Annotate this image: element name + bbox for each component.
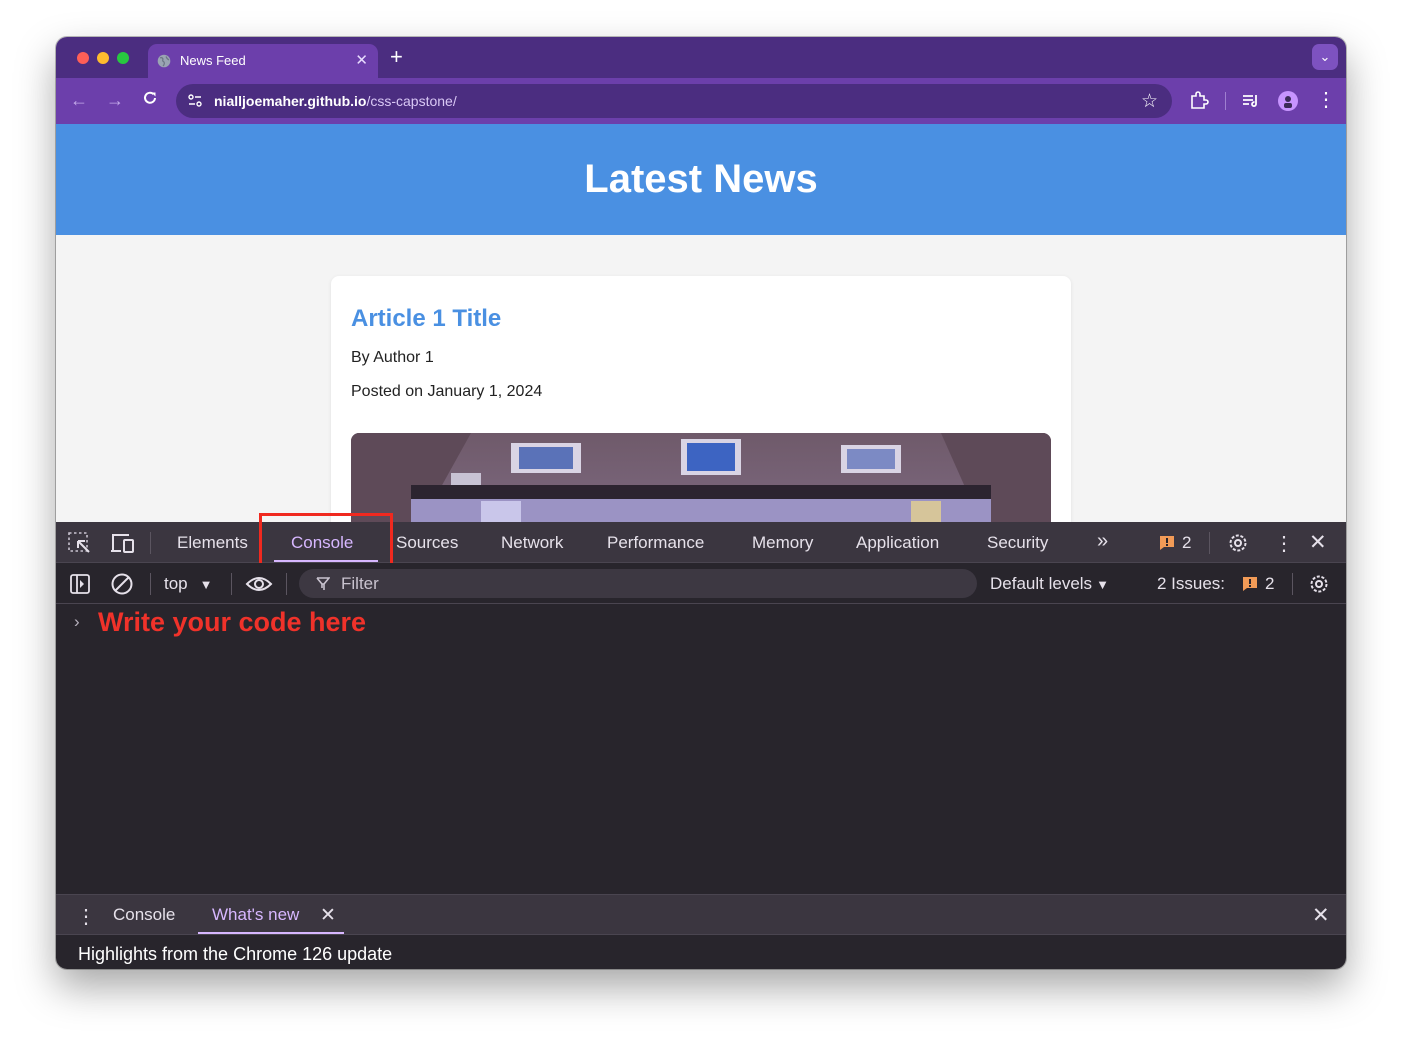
device-toolbar-icon[interactable] <box>110 532 136 554</box>
zoom-window-button[interactable] <box>117 52 129 64</box>
close-window-button[interactable] <box>77 52 89 64</box>
browser-window: News Feed ✕ + ⌄ ← → nialljoemaher.github… <box>56 37 1346 969</box>
page-header: Latest News <box>56 124 1346 235</box>
filter-funnel-icon <box>316 577 330 590</box>
globe-icon <box>157 54 171 68</box>
devtools-tab-bar: Elements Console Sources Network Perform… <box>56 513 1346 575</box>
browser-toolbar: ← → nialljoemaher.github.io/css-capstone… <box>56 78 1346 124</box>
reload-button[interactable] <box>142 90 158 106</box>
console-settings-gear-icon[interactable] <box>1307 572 1331 596</box>
web-page: Latest News Article 1 Title By Author 1 … <box>56 124 1346 522</box>
drawer-tab-console[interactable]: Console <box>113 905 175 925</box>
profile-avatar[interactable] <box>1278 91 1298 111</box>
tab-sources[interactable]: Sources <box>396 533 458 553</box>
log-levels-dropdown[interactable]: Default levels ▼ <box>990 574 1109 594</box>
toolbar-divider <box>231 573 232 595</box>
filter-placeholder: Filter <box>341 574 379 593</box>
tab-memory[interactable]: Memory <box>752 533 813 553</box>
page-title: Latest News <box>584 157 818 201</box>
building-photo <box>351 433 1051 522</box>
show-sidebar-icon[interactable] <box>69 573 91 595</box>
article-date: Posted on January 1, 2024 <box>351 383 543 400</box>
tab-performance[interactable]: Performance <box>607 533 704 553</box>
issues-count: 2 <box>1265 574 1275 593</box>
url-text: nialljoemaher.github.io/css-capstone/ <box>214 93 457 109</box>
issues-warning-icon <box>1243 577 1257 591</box>
url-path: /css-capstone/ <box>366 93 457 109</box>
close-whats-new-icon[interactable]: ✕ <box>320 904 336 927</box>
close-tab-icon[interactable]: ✕ <box>355 51 368 69</box>
back-button[interactable]: ← <box>70 88 88 112</box>
toolbar-divider <box>286 573 287 595</box>
devtools-panel: Elements Console Sources Network Perform… <box>56 513 1346 969</box>
context-label: top <box>164 574 188 593</box>
devtools-menu-icon[interactable]: ⋮ <box>1274 531 1294 556</box>
settings-gear-icon[interactable] <box>1226 531 1250 555</box>
levels-label: Default levels <box>990 574 1093 593</box>
issues-label: 2 Issues: <box>1157 574 1226 593</box>
minimize-window-button[interactable] <box>97 52 109 64</box>
site-info-icon[interactable] <box>186 92 204 110</box>
article-card: Article 1 Title By Author 1 Posted on Ja… <box>331 276 1071 522</box>
article-title[interactable]: Article 1 Title <box>351 305 501 333</box>
address-bar[interactable]: nialljoemaher.github.io/css-capstone/ ☆ <box>176 84 1172 118</box>
console-prompt-chevron-icon: › <box>74 612 80 631</box>
tab-network[interactable]: Network <box>501 533 563 553</box>
toolbar-divider <box>150 573 151 595</box>
browser-menu-icon[interactable]: ⋮ <box>1316 88 1336 112</box>
extensions-puzzle-icon[interactable] <box>1189 90 1209 110</box>
new-tab-button[interactable]: + <box>390 45 403 69</box>
context-dropdown-icon: ▼ <box>199 577 213 592</box>
tab-divider <box>150 532 151 554</box>
tab-security[interactable]: Security <box>987 533 1048 553</box>
context-selector[interactable]: top ▼ <box>164 574 213 594</box>
clear-console-icon[interactable] <box>110 572 134 596</box>
bookmark-star-icon[interactable]: ☆ <box>1141 90 1158 113</box>
drawer-menu-icon[interactable]: ⋮ <box>76 904 96 929</box>
incognito-profile-icon <box>1284 96 1292 108</box>
browser-tab[interactable]: News Feed ✕ <box>148 44 378 78</box>
issues-badge-count[interactable]: 2 <box>1182 533 1191 553</box>
console-code-hint: Write your code here <box>98 607 367 637</box>
toolbar-divider <box>1292 573 1293 595</box>
more-tabs-chevron-icon[interactable]: » <box>1097 530 1108 553</box>
issues-warning-icon[interactable] <box>1159 535 1175 551</box>
console-toolbar: top▼ Filter Default levels▼ 2 Issues: <box>56 563 1346 636</box>
tab-title: News Feed <box>180 53 246 68</box>
toolbar-separator <box>1225 92 1226 110</box>
close-drawer-icon[interactable]: ✕ <box>1312 903 1330 928</box>
drawer-tab-whats-new[interactable]: What's new <box>212 905 299 925</box>
inspect-element-icon[interactable] <box>68 532 92 554</box>
forward-button[interactable]: → <box>106 88 124 112</box>
whats-new-heading: Highlights from the Chrome 126 update <box>78 944 393 964</box>
drawer-active-tab-indicator <box>198 932 344 934</box>
tab-search-button[interactable]: ⌄ <box>1312 44 1338 70</box>
live-expression-eye-icon[interactable] <box>245 574 273 594</box>
article-author: By Author 1 <box>351 349 434 366</box>
levels-dropdown-icon: ▼ <box>1096 577 1109 592</box>
article-image <box>351 433 1051 522</box>
console-filter-input[interactable]: Filter <box>299 569 977 598</box>
tab-divider <box>1209 532 1210 554</box>
tab-application[interactable]: Application <box>856 533 939 553</box>
console-output[interactable]: › Write your code here <box>56 604 1346 894</box>
url-host: nialljoemaher.github.io <box>214 93 367 109</box>
close-devtools-icon[interactable]: ✕ <box>1309 530 1327 555</box>
title-bar: News Feed ✕ + ⌄ <box>56 37 1346 78</box>
tab-elements[interactable]: Elements <box>177 533 248 553</box>
media-controls-icon[interactable] <box>1242 92 1262 110</box>
drawer-tab-bar: ⋮ Console What's new ✕ ✕ <box>56 894 1346 935</box>
issues-counter[interactable]: 2 Issues: <box>1157 574 1225 594</box>
